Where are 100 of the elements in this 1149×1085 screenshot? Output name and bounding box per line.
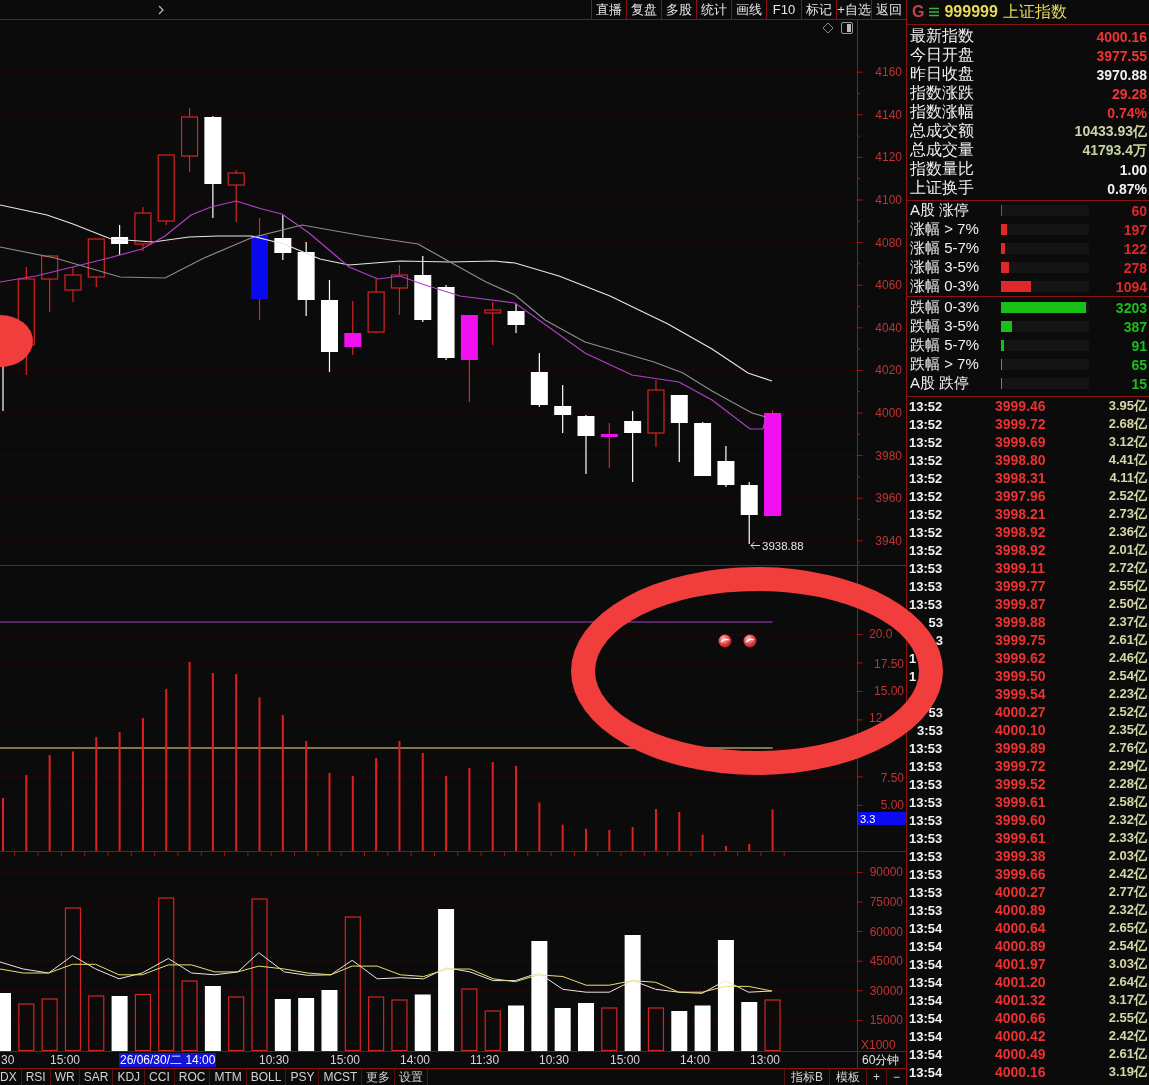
toolbar-button[interactable]: +自选	[836, 0, 871, 19]
trade-price: 4000.27	[995, 884, 1047, 900]
trade-amount: 2.50亿	[1107, 595, 1147, 613]
time-label: 15:00	[329, 1053, 362, 1067]
trade-price: 3999.61	[995, 794, 1047, 810]
axis-label: 4160	[875, 65, 902, 80]
axis-label: 3940	[875, 533, 902, 548]
candlestick	[134, 206, 152, 252]
trade-amount: 2.55亿	[1107, 1009, 1147, 1027]
trade-price: 3999.50	[995, 668, 1047, 684]
trade-price: 3999.62	[995, 650, 1047, 666]
trade-price: 3999.69	[995, 434, 1047, 450]
trade-time: 13:54	[909, 1046, 943, 1062]
trade-time: 53	[927, 704, 943, 720]
breadth-value: 15	[1130, 375, 1147, 392]
stat-value: 10433.93亿	[1074, 122, 1147, 141]
stat-value: 29.28	[1111, 85, 1147, 102]
candlestick	[717, 445, 735, 488]
volume-bar	[508, 1005, 525, 1051]
trade-amount: 2.64亿	[1107, 973, 1147, 991]
axis-label: 4040	[875, 320, 902, 335]
candlestick	[740, 481, 758, 545]
axis-label: 4120	[875, 150, 902, 165]
axis-label: 5.00	[880, 798, 904, 812]
breadth-label: 涨幅 3-5%	[910, 258, 981, 277]
trade-time: 13:54	[909, 974, 943, 990]
trade-amount: 2.33亿	[1107, 829, 1147, 847]
sphere-icon	[718, 634, 732, 648]
trade-amount: 2.72亿	[1107, 559, 1147, 577]
candlestick	[41, 254, 59, 313]
volume-bar	[647, 1007, 665, 1052]
trade-time: 13:54	[909, 1064, 943, 1080]
trade-price: 3999.89	[995, 740, 1047, 756]
trade-amount: 2.76亿	[1107, 739, 1147, 757]
volume-bar	[274, 999, 291, 1051]
trade-price: 3999.75	[995, 632, 1047, 648]
trade-amount: 2.35亿	[1107, 721, 1147, 739]
chevron-right-icon[interactable]	[158, 4, 164, 15]
trade-price: 3998.92	[995, 542, 1047, 558]
trade-time: 13:54	[909, 956, 943, 972]
trade-time: 13:54	[909, 1010, 943, 1026]
trade-amount: 3.19亿	[1107, 1063, 1147, 1081]
trade-amount: 2.65亿	[1107, 919, 1147, 937]
indicator-bar	[701, 834, 704, 851]
volume-bar	[18, 1003, 35, 1052]
stat-label: 总成交量	[910, 140, 974, 160]
axis-label: 3960	[875, 491, 902, 506]
period-label: 60分钟	[862, 1053, 900, 1067]
trade-time: 13:53	[909, 866, 943, 882]
indicator-bar	[2, 798, 4, 851]
trade-price: 4000.27	[995, 704, 1047, 720]
candlestick	[390, 264, 409, 316]
axis-label: 4020	[875, 363, 902, 378]
trade-price: 4001.97	[995, 956, 1047, 972]
trade-time: 13:53	[909, 776, 943, 792]
volume-bar	[368, 996, 385, 1052]
candlestick	[64, 266, 82, 303]
highlight-spot	[0, 315, 33, 367]
volume-bar	[228, 996, 245, 1052]
trade-amount: 2.52亿	[1107, 487, 1147, 505]
trade-amount: 4.11亿	[1108, 469, 1147, 487]
trade-price: 3999.11	[995, 560, 1046, 576]
trade-time: 13:53	[909, 884, 943, 900]
panel-icon[interactable]	[841, 22, 853, 34]
indicator-bar	[748, 844, 751, 851]
trade-amount: 2.61亿	[1107, 1045, 1147, 1063]
low-price-label: 3938.88	[762, 539, 804, 552]
trade-time: 13:54	[909, 1028, 943, 1044]
stat-label: 指数涨幅	[910, 102, 974, 122]
diamond-icon[interactable]	[822, 22, 834, 34]
trade-amount: 2.32亿	[1107, 901, 1147, 919]
trade-price: 3999.54	[995, 686, 1047, 702]
trade-time: 13:52	[909, 452, 943, 468]
stat-label: 总成交额	[910, 121, 974, 141]
volume-bar	[88, 995, 105, 1052]
axis-label: 4080	[875, 235, 902, 250]
trade-amount: 3.17亿	[1107, 991, 1147, 1009]
list-icon[interactable]	[929, 7, 940, 17]
trade-time: 13:53	[909, 902, 943, 918]
axis-label: 75000	[869, 895, 903, 909]
candlestick	[484, 301, 502, 346]
volume-bar	[578, 1003, 594, 1051]
axis-label: 4000	[875, 406, 902, 420]
trade-time: 13:54	[909, 920, 943, 936]
trade-price: 4000.89	[995, 938, 1047, 954]
indicator-bar	[585, 828, 587, 851]
stat-value: 4000.16	[1096, 28, 1147, 45]
candlestick	[367, 277, 385, 334]
volume-bar	[484, 1010, 501, 1052]
volume-bar	[764, 999, 781, 1052]
stat-value: 3977.55	[1096, 47, 1147, 64]
time-label: 14:00	[679, 1053, 712, 1067]
volume-bar	[111, 996, 128, 1051]
trade-time: 13:53	[909, 560, 943, 576]
indicator-bar	[654, 809, 657, 851]
indicator-tab[interactable]: DX	[0, 1069, 22, 1085]
breadth-value: 122	[1122, 240, 1147, 257]
trade-amount: 2.32亿	[1107, 811, 1147, 829]
trade-price: 3998.92	[995, 524, 1047, 540]
volume-bar	[298, 998, 315, 1051]
